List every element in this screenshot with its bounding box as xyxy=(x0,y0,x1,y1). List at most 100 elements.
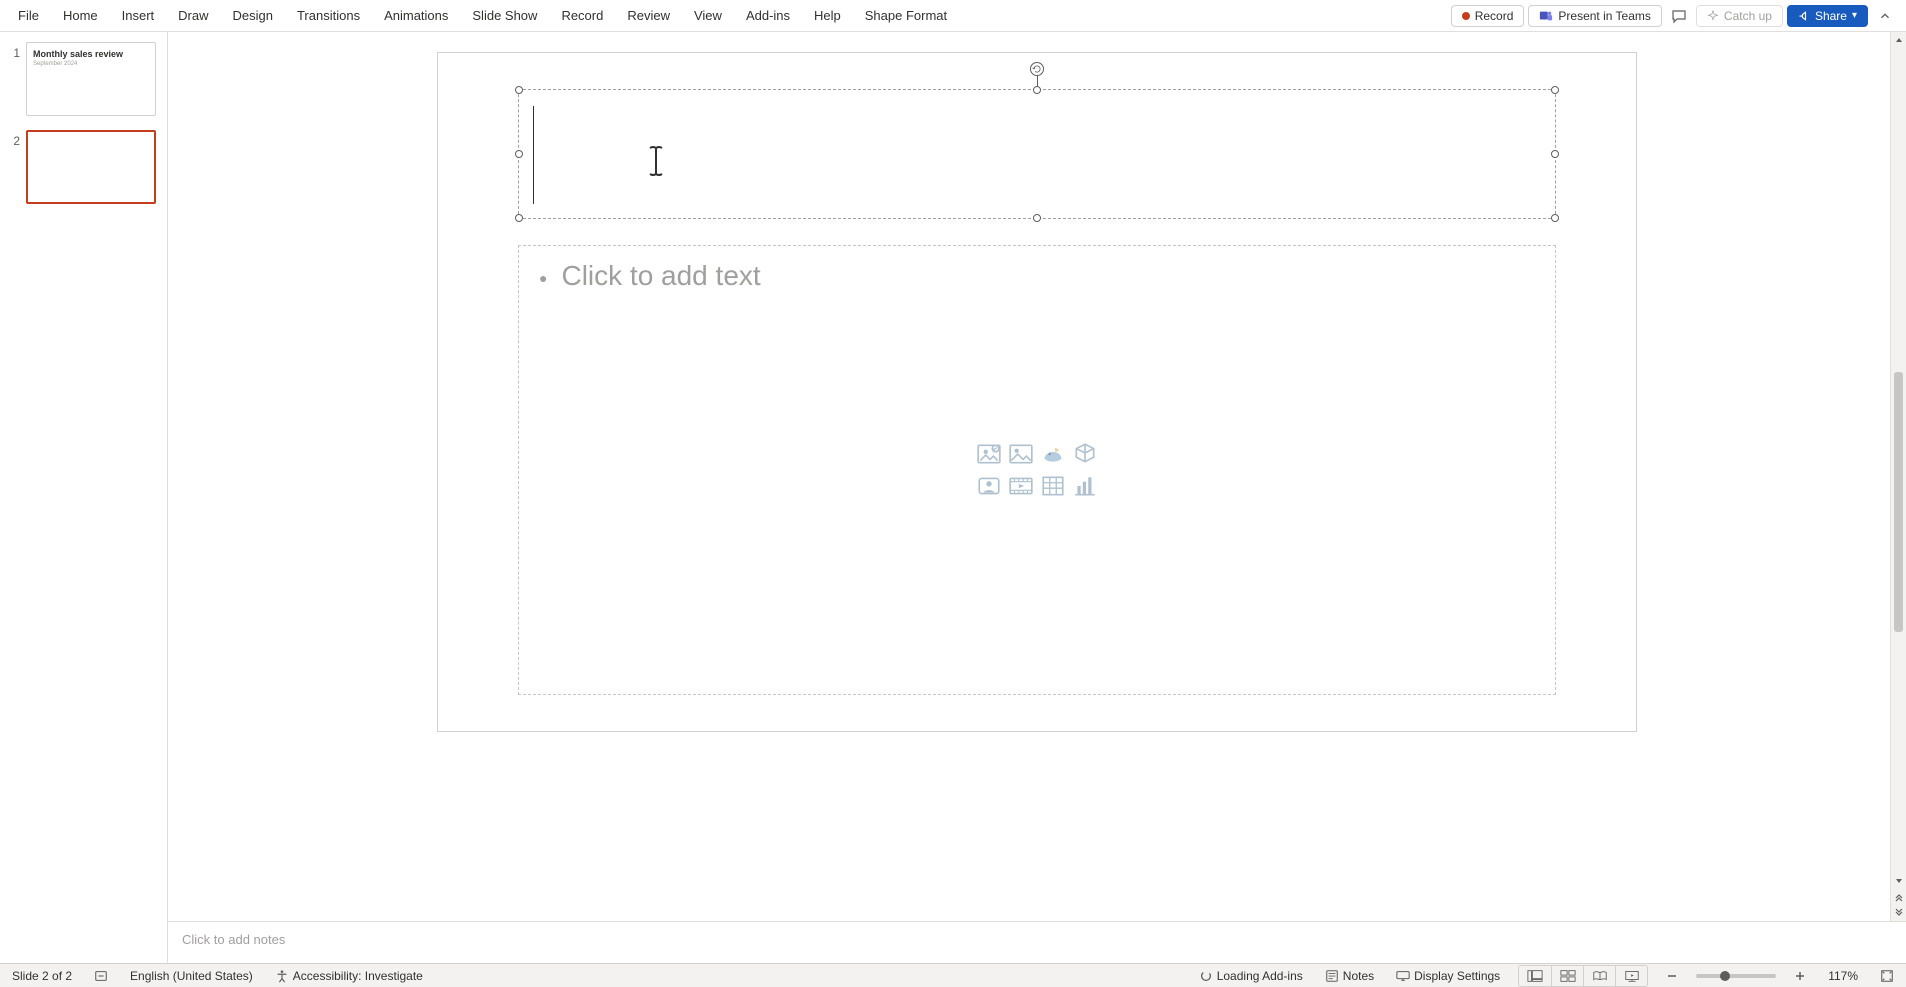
canvas-scroll[interactable]: ● Click to add text xyxy=(168,32,1906,921)
tab-draw[interactable]: Draw xyxy=(168,4,218,27)
share-button[interactable]: Share ▾ xyxy=(1787,5,1868,27)
resize-handle-se[interactable] xyxy=(1551,214,1559,222)
tab-record[interactable]: Record xyxy=(551,4,613,27)
normal-view-button[interactable] xyxy=(1519,966,1551,986)
loading-addins-status[interactable]: Loading Add-ins xyxy=(1195,967,1307,985)
chevron-up-icon xyxy=(1878,9,1892,23)
language-status[interactable]: English (United States) xyxy=(126,967,257,985)
resize-handle-n[interactable] xyxy=(1033,86,1041,94)
thumbnail-slide-2[interactable] xyxy=(26,130,156,204)
thumbnail-number: 2 xyxy=(8,130,20,204)
bullet-icon: ● xyxy=(539,270,547,286)
display-icon xyxy=(1396,969,1410,983)
record-label: Record xyxy=(1475,9,1514,23)
tab-design[interactable]: Design xyxy=(223,4,283,27)
accessibility-icon xyxy=(275,969,289,983)
tab-slide-show[interactable]: Slide Show xyxy=(462,4,547,27)
rotate-icon xyxy=(1032,64,1042,74)
zoom-slider-thumb[interactable] xyxy=(1720,971,1730,981)
next-slide-icon[interactable] xyxy=(1891,905,1906,921)
content-insert-grid xyxy=(974,439,1100,501)
thumbnail-slide-1[interactable]: Monthly sales review September 2024 xyxy=(26,42,156,116)
fit-to-window-button[interactable] xyxy=(1876,967,1898,985)
content-placeholder-text: Click to add text xyxy=(561,260,760,292)
main-area: 1 Monthly sales review September 2024 2 xyxy=(0,32,1906,963)
vertical-scrollbar[interactable] xyxy=(1890,32,1906,921)
record-button[interactable]: Record xyxy=(1451,5,1525,27)
text-caret xyxy=(533,106,534,204)
content-placeholder-text-row: ● Click to add text xyxy=(539,260,1535,292)
video-icon[interactable] xyxy=(1006,471,1036,501)
ribbon-actions: Record Present in Teams Catch up Share ▾ xyxy=(1451,3,1898,29)
tab-home[interactable]: Home xyxy=(53,4,108,27)
resize-handle-s[interactable] xyxy=(1033,214,1041,222)
scroll-down-arrow-icon[interactable] xyxy=(1891,873,1906,889)
resize-handle-sw[interactable] xyxy=(515,214,523,222)
zoom-percent[interactable]: 117% xyxy=(1824,967,1862,985)
slide-show-view-button[interactable] xyxy=(1615,966,1647,986)
tab-file[interactable]: File xyxy=(8,4,49,27)
accessibility-status[interactable]: Accessibility: Investigate xyxy=(271,967,427,985)
pictures-icon[interactable] xyxy=(1006,439,1036,469)
notes-pane[interactable]: Click to add notes xyxy=(168,921,1906,963)
loading-addins-label: Loading Add-ins xyxy=(1217,969,1303,983)
tab-insert[interactable]: Insert xyxy=(112,4,165,27)
tab-review[interactable]: Review xyxy=(617,4,680,27)
3d-models-icon[interactable] xyxy=(1070,439,1100,469)
tab-animations[interactable]: Animations xyxy=(374,4,458,27)
thumb-subtitle: September 2024 xyxy=(33,61,149,67)
reading-view-button[interactable] xyxy=(1583,966,1615,986)
fit-window-icon xyxy=(1880,969,1894,983)
chevron-down-icon: ▾ xyxy=(1852,10,1857,21)
resize-handle-ne[interactable] xyxy=(1551,86,1559,94)
slide-counter[interactable]: Slide 2 of 2 xyxy=(8,967,76,985)
status-left: Slide 2 of 2 English (United States) Acc… xyxy=(8,967,427,985)
tab-shape-format[interactable]: Shape Format xyxy=(855,4,957,27)
collapse-ribbon-button[interactable] xyxy=(1872,3,1898,29)
slide-sorter-view-button[interactable] xyxy=(1551,966,1583,986)
table-icon[interactable] xyxy=(1038,471,1068,501)
chart-icon[interactable] xyxy=(1070,471,1100,501)
comments-button[interactable] xyxy=(1666,3,1692,29)
comment-icon xyxy=(1671,8,1687,24)
resize-handle-e[interactable] xyxy=(1551,150,1559,158)
scroll-up-arrow-icon[interactable] xyxy=(1891,32,1906,48)
slide[interactable]: ● Click to add text xyxy=(437,52,1637,732)
prev-slide-icon[interactable] xyxy=(1891,889,1906,905)
thumbnail-number: 1 xyxy=(8,42,20,116)
tab-view[interactable]: View xyxy=(684,4,732,27)
zoom-in-button[interactable] xyxy=(1790,968,1810,984)
scrollbar-thumb[interactable] xyxy=(1894,372,1903,632)
reading-view-icon xyxy=(1592,969,1608,983)
tab-transitions[interactable]: Transitions xyxy=(287,4,370,27)
thumbnail-row: 1 Monthly sales review September 2024 xyxy=(8,42,159,116)
slide-show-icon xyxy=(1624,969,1640,983)
cameo-icon[interactable] xyxy=(974,471,1004,501)
resize-handle-w[interactable] xyxy=(515,150,523,158)
catch-up-label: Catch up xyxy=(1724,9,1772,23)
slide-thumbnails-panel[interactable]: 1 Monthly sales review September 2024 2 xyxy=(0,32,168,963)
zoom-slider[interactable] xyxy=(1696,974,1776,978)
tab-add-ins[interactable]: Add-ins xyxy=(736,4,800,27)
title-placeholder[interactable] xyxy=(518,89,1556,219)
resize-handle-nw[interactable] xyxy=(515,86,523,94)
present-in-teams-button[interactable]: Present in Teams xyxy=(1528,5,1662,27)
content-placeholder[interactable]: ● Click to add text xyxy=(518,245,1556,695)
catch-up-button[interactable]: Catch up xyxy=(1696,5,1783,27)
status-bar: Slide 2 of 2 English (United States) Acc… xyxy=(0,963,1906,987)
text-cursor-icon xyxy=(647,146,665,176)
share-label: Share xyxy=(1815,9,1847,23)
rotate-handle[interactable] xyxy=(1030,62,1044,76)
stock-images-icon[interactable] xyxy=(974,439,1004,469)
minus-icon xyxy=(1666,970,1678,982)
display-settings-button[interactable]: Display Settings xyxy=(1392,967,1504,985)
teams-icon xyxy=(1539,9,1553,23)
accessibility-label: Accessibility: Investigate xyxy=(293,969,423,983)
present-label: Present in Teams xyxy=(1558,9,1651,23)
tab-help[interactable]: Help xyxy=(804,4,851,27)
thumb-title: Monthly sales review xyxy=(33,49,149,59)
zoom-out-button[interactable] xyxy=(1662,968,1682,984)
notes-toggle-button[interactable]: Notes xyxy=(1321,967,1378,985)
icons-icon[interactable] xyxy=(1038,439,1068,469)
spelling-status-icon[interactable] xyxy=(90,967,112,985)
